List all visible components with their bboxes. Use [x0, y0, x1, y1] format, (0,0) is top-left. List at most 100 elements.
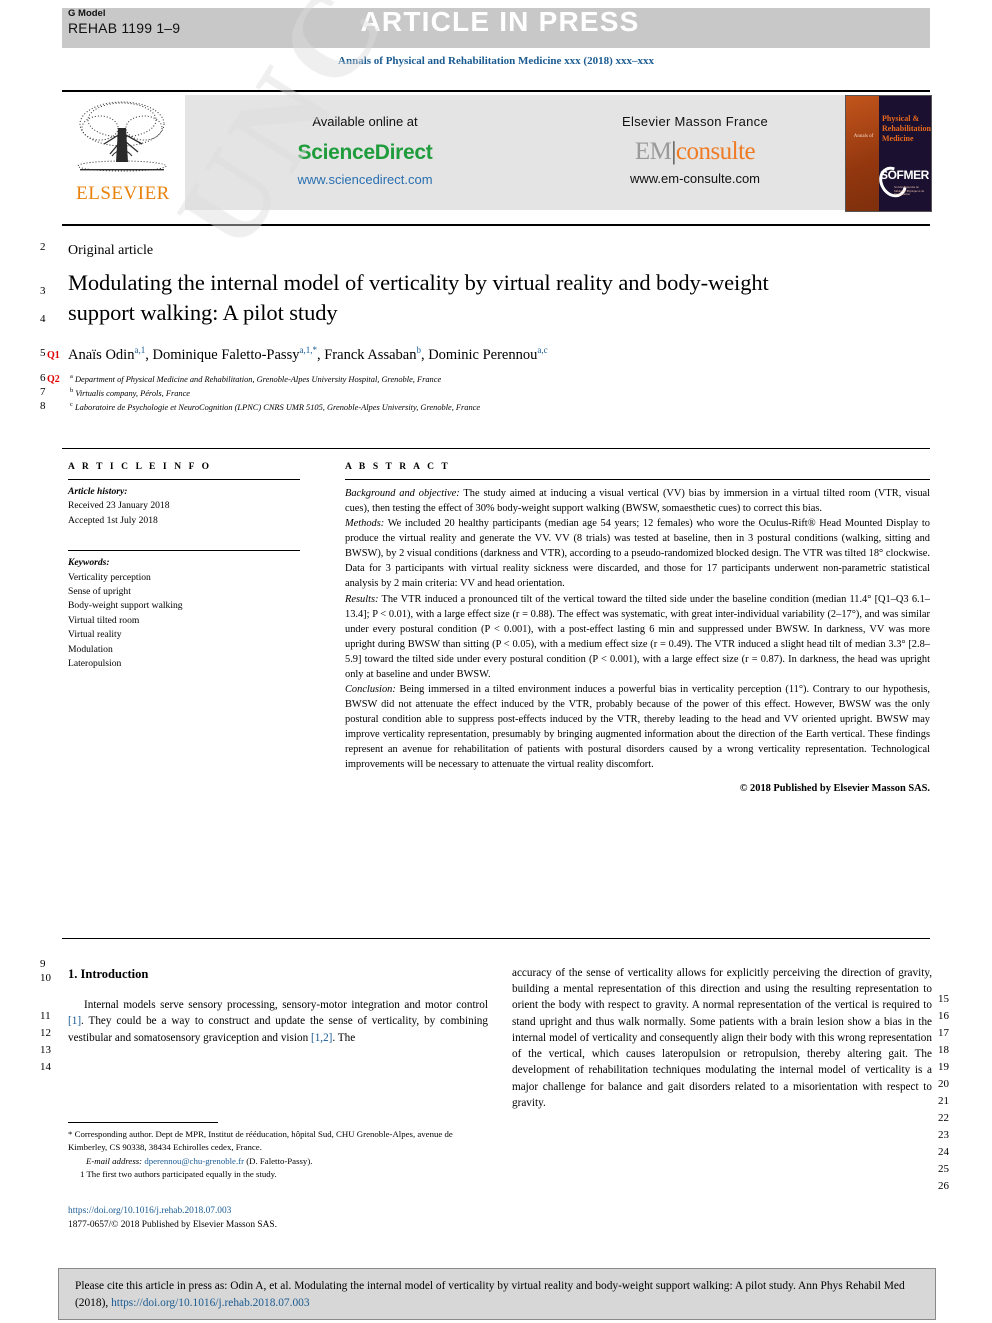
- author-affil-marker: a,1: [134, 345, 146, 355]
- line-number: 14: [40, 1061, 51, 1073]
- line-number: 13: [40, 1044, 51, 1056]
- keyword-item: Virtual reality: [68, 629, 122, 641]
- body-column-left: 1. Introduction Internal models serve se…: [68, 965, 488, 1046]
- abstract-paragraph: Results: The VTR induced a pronounced ti…: [345, 592, 930, 682]
- email-address-link[interactable]: dperennou@chu-grenoble.fr: [144, 1156, 244, 1166]
- abstract-paragraph: Background and objective: The study aime…: [345, 486, 930, 516]
- cite-this-article-box: Please cite this article in press as: Od…: [58, 1268, 936, 1320]
- intro-text-pre: Internal models serve sensory processing…: [84, 999, 488, 1012]
- article-in-press-text: ARTICLE IN PRESS: [360, 6, 640, 37]
- accepted-date: Accepted 1st July 2018: [68, 514, 158, 526]
- sofmer-annals-of-label: Annals of: [853, 134, 874, 139]
- abstract-paragraph: Methods: We included 20 healthy particip…: [345, 516, 930, 591]
- line-number: 5: [40, 347, 46, 359]
- keyword-item: Modulation: [68, 643, 113, 655]
- footnote-email: E-mail address: dperennou@chu-grenoble.f…: [68, 1155, 488, 1168]
- keywords-rule: [68, 550, 300, 552]
- sofmer-journal-title: Physical & Rehabilitation Medicine: [882, 114, 931, 143]
- intro-text-end: . The: [332, 1031, 356, 1044]
- em-consulte-em: EM: [634, 138, 672, 165]
- abstract-paragraph-text: We included 20 healthy participants (med…: [345, 518, 930, 590]
- affiliation-item: b Virtualis company, Pérols, France: [70, 386, 191, 398]
- citation-ref-12[interactable]: [1,2]: [311, 1032, 332, 1044]
- article-history-block: Article history: Received 23 January 201…: [68, 485, 318, 528]
- email-address-owner: (D. Faletto-Passy).: [244, 1155, 313, 1166]
- author-list: Anaïs Odina,1, Dominique Faletto-Passya,…: [68, 345, 548, 363]
- line-number: 3: [40, 285, 46, 297]
- abstract-heading: A B S T R A C T: [345, 462, 451, 472]
- elsevier-tree-icon: [77, 101, 167, 172]
- keyword-item: Verticality perception: [68, 571, 151, 583]
- sciencedirect-url[interactable]: www.sciencedirect.com: [200, 172, 530, 187]
- abstract-zone-bottom-rule: [62, 938, 930, 939]
- article-info-heading: A R T I C L E I N F O: [68, 462, 212, 472]
- query-tag-q2[interactable]: Q2: [47, 374, 60, 385]
- line-number: 18: [938, 1044, 949, 1056]
- g-model-label: G Model: [68, 8, 106, 19]
- elsevier-masson-label: Elsevier Masson France: [621, 114, 769, 129]
- em-consulte-url[interactable]: www.em-consulte.com: [540, 171, 850, 186]
- article-info-column: A R T I C L E I N F O Article history: R…: [68, 462, 318, 671]
- keywords-block: Keywords: Verticality perception Sense o…: [68, 556, 318, 671]
- line-number: 12: [40, 1027, 51, 1039]
- page-title: Modulating the internal model of vertica…: [68, 270, 769, 325]
- header-divider-rule: [62, 90, 930, 92]
- intro-text-mid: . They could be a way to construct and u…: [68, 1015, 488, 1044]
- footnote-equal-contribution: 1 The first two authors participated equ…: [80, 1169, 277, 1180]
- abstract-paragraph-text: Being immersed in a tilted environment i…: [345, 684, 930, 771]
- affiliation-list: a Department of Physical Medicine and Re…: [70, 372, 770, 413]
- doi-link[interactable]: https://doi.org/10.1016/j.rehab.2018.07.…: [68, 1204, 488, 1218]
- abstract-copyright: © 2018 Published by Elsevier Masson SAS.: [739, 783, 930, 795]
- received-date: Received 23 January 2018: [68, 500, 170, 512]
- abstract-paragraph: Conclusion: Being immersed in a tilted e…: [345, 682, 930, 772]
- abstract-paragraph-label: Methods:: [345, 518, 385, 530]
- line-number: 4: [40, 313, 46, 325]
- abstract-zone-top-rule: [62, 448, 930, 449]
- article-type-kicker: Original article: [68, 243, 154, 258]
- sofmer-cover-left-panel: [846, 96, 879, 211]
- sciencedirect-wordmark: ScienceDirect: [297, 141, 433, 164]
- paper-page: UNCORRECTED PROOF G Model REHAB 1199 1–9…: [0, 0, 992, 1323]
- issn-copyright-line: 1877-0657/© 2018 Published by Elsevier M…: [68, 1220, 277, 1231]
- query-tag-q1[interactable]: Q1: [47, 350, 60, 361]
- line-number: 19: [938, 1061, 949, 1073]
- g-model-block: G Model REHAB 1199 1–9: [68, 8, 181, 36]
- article-code: REHAB 1199 1–9: [68, 19, 181, 36]
- body-column-right: accuracy of the sense of verticality all…: [512, 965, 932, 1111]
- line-number: 7: [40, 386, 46, 398]
- author-affil-marker: b: [416, 345, 421, 355]
- email-address-label: E-mail address:: [86, 1155, 143, 1166]
- article-info-rule: [68, 479, 300, 480]
- abstract-body: Background and objective: The study aime…: [345, 486, 930, 797]
- line-number: 15: [938, 993, 949, 1005]
- line-number: 11: [40, 1010, 51, 1022]
- line-number: 10: [40, 972, 51, 984]
- abstract-column: A B S T R A C T Background and objective…: [345, 462, 930, 797]
- keyword-item: Sense of upright: [68, 585, 131, 597]
- cite-doi-link[interactable]: https://doi.org/10.1016/j.rehab.2018.07.…: [111, 1297, 310, 1309]
- sofmer-wordmark: SOFMER: [880, 168, 929, 182]
- abstract-paragraph-text: The VTR induced a pronounced tilt of the…: [345, 593, 930, 680]
- line-number: 21: [938, 1095, 949, 1107]
- elsevier-logo: ELSEVIER: [64, 95, 182, 210]
- line-number: 17: [938, 1027, 949, 1039]
- keyword-item: Body-weight support walking: [68, 600, 183, 612]
- keyword-item: Lateropulsion: [68, 657, 122, 669]
- elsevier-wordmark: ELSEVIER: [76, 183, 170, 204]
- line-number: 16: [938, 1010, 949, 1022]
- available-online-label: Available online at: [312, 114, 418, 129]
- line-number: 24: [938, 1146, 949, 1158]
- journal-citation-line: Annals of Physical and Rehabilitation Me…: [338, 55, 654, 67]
- sofmer-journal-cover: Annals of Physical & Rehabilitation Medici…: [845, 95, 932, 212]
- line-number: 9: [40, 958, 46, 970]
- abstract-rule: [345, 479, 930, 480]
- em-consulte-block: Elsevier Masson France EM|consulte www.e…: [540, 100, 850, 186]
- abstract-paragraph-label: Conclusion:: [345, 684, 396, 696]
- sofmer-subtitle: Société Française de Médecine Physique e…: [894, 185, 925, 197]
- line-number: 6: [40, 372, 46, 384]
- citation-ref-1[interactable]: [1]: [68, 1015, 81, 1027]
- line-number: 20: [938, 1078, 949, 1090]
- keywords-label: Keywords:: [68, 557, 110, 569]
- line-number: 26: [938, 1180, 949, 1192]
- footnote-block: * Corresponding author. Dept de MPR, Ins…: [68, 1128, 488, 1182]
